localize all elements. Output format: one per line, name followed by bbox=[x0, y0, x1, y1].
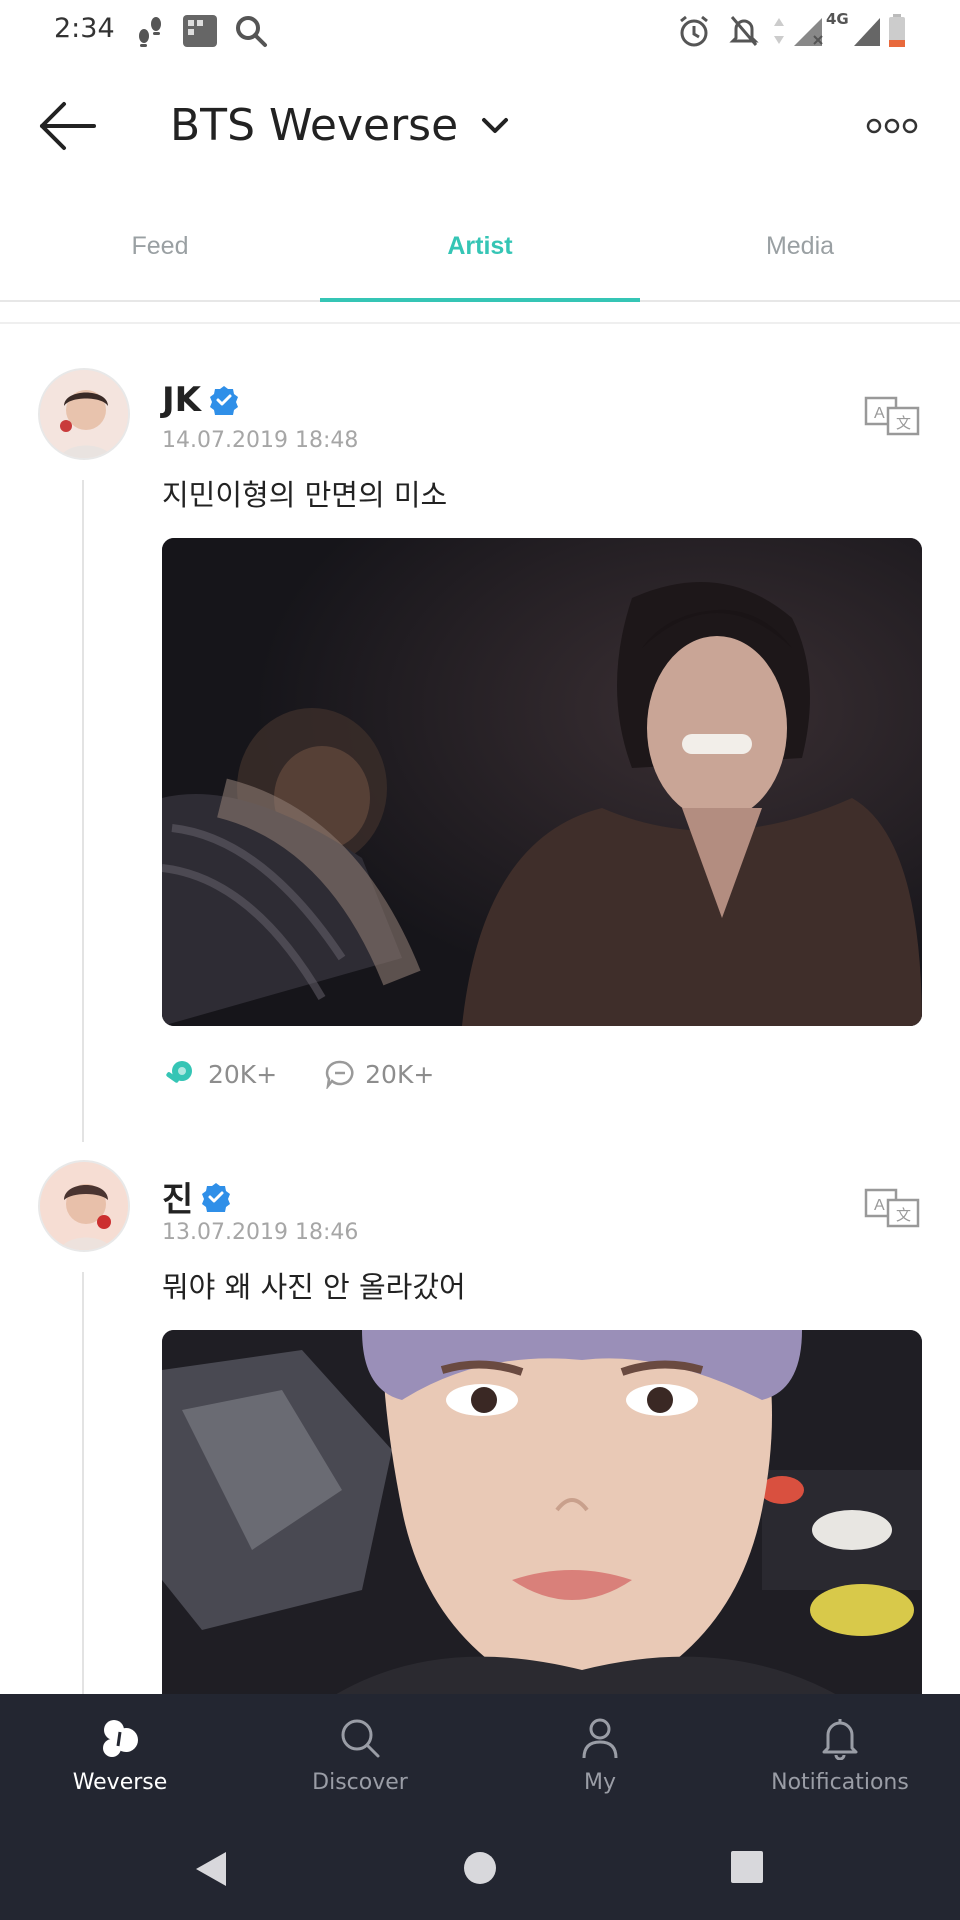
like-button[interactable]: 20K+ bbox=[162, 1059, 277, 1089]
nav-notifications[interactable]: Notifications bbox=[720, 1694, 960, 1816]
chevron-down-icon bbox=[482, 117, 509, 133]
back-triangle-icon[interactable] bbox=[194, 1850, 228, 1888]
nav-label: My bbox=[583, 1770, 616, 1795]
tab-bar: Feed Artist Media bbox=[0, 190, 960, 302]
person-icon bbox=[582, 1718, 618, 1759]
alarm-icon bbox=[680, 15, 708, 47]
network-type: 4G bbox=[826, 10, 849, 28]
nav-weverse[interactable]: Weverse bbox=[0, 1694, 240, 1816]
comment-count: 20K+ bbox=[365, 1059, 435, 1089]
page-title: BTS Weverse bbox=[170, 100, 459, 151]
post-text: 뭐야 왜 사진 안 올라갔어 bbox=[162, 1270, 466, 1304]
community-selector[interactable]: BTS Weverse bbox=[170, 100, 510, 151]
nav-discover[interactable]: Discover bbox=[240, 1694, 480, 1816]
author-name: 진 bbox=[162, 1180, 194, 1220]
thread-line bbox=[82, 480, 84, 1142]
tab-artist[interactable]: Artist bbox=[320, 190, 640, 302]
status-bar: 2:34 4G bbox=[0, 0, 960, 62]
post-text: 지민이형의 만면의 미소 bbox=[162, 478, 448, 512]
avatar[interactable] bbox=[38, 1160, 130, 1252]
bottom-navigation: Weverse Discover My Notifications bbox=[0, 1694, 960, 1816]
more-dots-icon[interactable] bbox=[866, 116, 918, 136]
bell-icon bbox=[822, 1719, 858, 1760]
avatar[interactable] bbox=[38, 368, 130, 460]
author-name: JK bbox=[162, 380, 201, 420]
photo-grid-icon bbox=[183, 15, 217, 47]
weverse-logo-icon bbox=[103, 1720, 138, 1757]
svg-text:A: A bbox=[874, 405, 885, 422]
verified-badge-icon bbox=[202, 1182, 231, 1212]
svg-text:A: A bbox=[874, 1197, 885, 1214]
search-icon bbox=[236, 16, 267, 47]
signal-4g-icon bbox=[854, 18, 880, 46]
post-image[interactable] bbox=[162, 538, 922, 1026]
comment-icon bbox=[325, 1060, 354, 1089]
like-count: 20K+ bbox=[208, 1059, 278, 1089]
post-date: 13.07.2019 18:46 bbox=[162, 1220, 359, 1245]
nav-label: Notifications bbox=[771, 1770, 909, 1795]
nav-label: Weverse bbox=[72, 1770, 168, 1795]
bell-off-icon bbox=[729, 16, 759, 46]
nav-my[interactable]: My bbox=[480, 1694, 720, 1816]
divider bbox=[0, 322, 960, 324]
post-date: 14.07.2019 18:48 bbox=[162, 428, 359, 453]
post-author[interactable]: JK bbox=[162, 380, 239, 420]
active-tab-indicator bbox=[320, 298, 640, 302]
verified-badge-icon bbox=[210, 386, 238, 415]
svg-text:文: 文 bbox=[896, 1207, 911, 1224]
battery-icon bbox=[889, 14, 905, 47]
translate-icon[interactable]: A 文 bbox=[864, 396, 920, 436]
system-navigation-bar bbox=[0, 1816, 960, 1920]
arrow-left-icon[interactable] bbox=[36, 98, 100, 154]
footsteps-icon bbox=[139, 17, 161, 47]
app-header: BTS Weverse bbox=[0, 62, 960, 190]
post-reactions: 20K+ 20K+ bbox=[162, 1056, 482, 1092]
translate-icon[interactable]: A 文 bbox=[864, 1188, 920, 1228]
status-time: 2:34 bbox=[54, 13, 115, 44]
nav-label: Discover bbox=[312, 1770, 408, 1795]
tab-feed[interactable]: Feed bbox=[0, 190, 320, 302]
svg-text:文: 文 bbox=[896, 415, 911, 432]
home-circle-icon[interactable] bbox=[462, 1850, 498, 1886]
post-author[interactable]: 진 bbox=[162, 1172, 231, 1221]
thread-line bbox=[82, 1272, 84, 1694]
post-image[interactable] bbox=[162, 1330, 922, 1710]
comment-button[interactable]: 20K+ bbox=[325, 1059, 434, 1089]
data-arrows-icon bbox=[774, 18, 784, 44]
search-icon bbox=[341, 1719, 380, 1758]
recents-square-icon[interactable] bbox=[730, 1850, 764, 1884]
signal-icon bbox=[794, 18, 823, 46]
tab-media[interactable]: Media bbox=[640, 190, 960, 302]
lightstick-like-icon bbox=[166, 1061, 192, 1083]
